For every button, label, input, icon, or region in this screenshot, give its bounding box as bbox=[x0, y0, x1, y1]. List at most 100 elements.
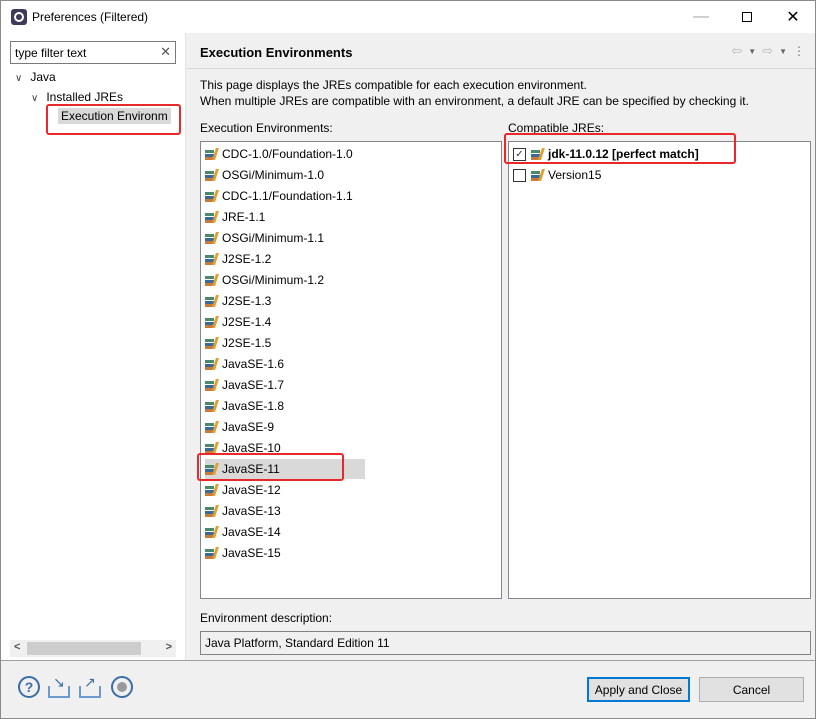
jre-library-icon bbox=[205, 505, 219, 517]
clear-filter-icon[interactable]: ✕ bbox=[160, 44, 171, 60]
environment-row[interactable]: JavaSE-12 bbox=[205, 480, 281, 500]
page-description: This page displays the JREs compatible f… bbox=[200, 77, 749, 109]
environment-row[interactable]: JavaSE-1.7 bbox=[205, 375, 284, 395]
jre-library-icon bbox=[205, 379, 219, 391]
env-description-field: Java Platform, Standard Edition 11 bbox=[200, 631, 811, 655]
environment-label: JavaSE-13 bbox=[222, 504, 281, 518]
back-icon[interactable]: ⇦ bbox=[731, 43, 742, 59]
jre-library-icon bbox=[205, 337, 219, 349]
page-title: Execution Environments bbox=[200, 45, 353, 60]
window-title: Preferences (Filtered) bbox=[32, 10, 149, 24]
maximize-button[interactable] bbox=[724, 1, 770, 33]
close-button[interactable]: ✕ bbox=[770, 1, 816, 33]
highlight-annotation bbox=[46, 104, 181, 135]
environment-row[interactable]: J2SE-1.2 bbox=[205, 249, 271, 269]
export-icon[interactable]: ↗ bbox=[79, 674, 101, 698]
environment-label: JavaSE-1.6 bbox=[222, 357, 285, 371]
environment-label: OSGi/Minimum-1.0 bbox=[222, 168, 325, 182]
tree-item-installed-jres[interactable]: ∨ Installed JREs bbox=[31, 90, 123, 104]
environment-row[interactable]: OSGi/Minimum-1.0 bbox=[205, 165, 324, 185]
filter-input[interactable]: type filter text ✕ bbox=[10, 41, 176, 64]
environment-row[interactable]: JavaSE-9 bbox=[205, 417, 274, 437]
jre-library-icon bbox=[205, 253, 219, 265]
minimize-button[interactable]: — bbox=[678, 1, 724, 33]
environment-label: J2SE-1.2 bbox=[222, 252, 272, 266]
environment-label: CDC-1.1/Foundation-1.1 bbox=[222, 189, 353, 203]
preferences-sidebar: type filter text ✕ ∨ Java ∨ Installed JR… bbox=[1, 33, 186, 660]
environment-label: JRE-1.1 bbox=[222, 210, 266, 224]
description-line: This page displays the JREs compatible f… bbox=[200, 78, 587, 92]
preferences-window: Preferences (Filtered) — ✕ type filter t… bbox=[0, 0, 816, 719]
environment-label: J2SE-1.3 bbox=[222, 294, 272, 308]
scroll-right-icon[interactable]: > bbox=[166, 641, 172, 653]
title-bar: Preferences (Filtered) — ✕ bbox=[1, 1, 815, 33]
description-line: When multiple JREs are compatible with a… bbox=[200, 94, 749, 108]
jre-label: Version15 bbox=[548, 168, 602, 182]
page-header: Execution Environments ⇦ ▼ ⇨ ▼ ⋮ bbox=[187, 33, 815, 69]
tree-item-label: Installed JREs bbox=[46, 90, 124, 104]
jre-library-icon bbox=[205, 148, 219, 160]
environment-row[interactable]: JavaSE-1.6 bbox=[205, 354, 284, 374]
back-dropdown-icon[interactable]: ▼ bbox=[748, 47, 756, 56]
preference-page: Execution Environments ⇦ ▼ ⇨ ▼ ⋮ This pa… bbox=[187, 33, 815, 660]
apply-and-close-button[interactable]: Apply and Close bbox=[587, 677, 690, 702]
environment-row[interactable]: JavaSE-13 bbox=[205, 501, 281, 521]
environment-row[interactable]: OSGi/Minimum-1.1 bbox=[205, 228, 324, 248]
environment-row[interactable]: J2SE-1.5 bbox=[205, 333, 271, 353]
compatible-jres-list[interactable]: ✓ jdk-11.0.12 [perfect match] Version15 bbox=[508, 141, 811, 599]
environment-row[interactable]: JavaSE-1.8 bbox=[205, 396, 284, 416]
jre-library-icon bbox=[205, 484, 219, 496]
environment-row[interactable]: JRE-1.1 bbox=[205, 207, 265, 227]
environment-row[interactable]: OSGi/Minimum-1.2 bbox=[205, 270, 324, 290]
environment-label: JavaSE-14 bbox=[222, 525, 281, 539]
environment-row[interactable]: CDC-1.0/Foundation-1.0 bbox=[205, 144, 353, 164]
tree-item-label: Java bbox=[30, 70, 56, 84]
import-icon[interactable]: ↘ bbox=[48, 674, 70, 698]
environment-label: CDC-1.0/Foundation-1.0 bbox=[222, 147, 353, 161]
checkbox-unchecked[interactable] bbox=[513, 168, 526, 182]
horizontal-scrollbar[interactable]: < > bbox=[10, 640, 176, 657]
jre-library-icon bbox=[531, 169, 545, 181]
filter-text: type filter text bbox=[15, 46, 87, 60]
jre-row[interactable]: Version15 bbox=[513, 165, 601, 185]
environments-list[interactable]: CDC-1.0/Foundation-1.0 OSGi/Minimum-1.0 CD… bbox=[200, 141, 502, 599]
jre-library-icon bbox=[205, 232, 219, 244]
tree-item-java[interactable]: ∨ Java bbox=[15, 70, 56, 84]
scroll-thumb[interactable] bbox=[27, 642, 141, 655]
environments-label: Execution Environments: bbox=[200, 121, 333, 135]
footer-divider bbox=[1, 660, 815, 661]
environment-row[interactable]: J2SE-1.3 bbox=[205, 291, 271, 311]
env-description-label: Environment description: bbox=[200, 611, 333, 625]
environment-label: J2SE-1.4 bbox=[222, 315, 272, 329]
environment-row[interactable]: JavaSE-14 bbox=[205, 522, 281, 542]
highlight-annotation bbox=[504, 133, 736, 164]
jre-library-icon bbox=[205, 295, 219, 307]
environment-label: JavaSE-1.7 bbox=[222, 378, 285, 392]
environment-row[interactable]: JavaSE-15 bbox=[205, 543, 281, 563]
page-navigation: ⇦ ▼ ⇨ ▼ ⋮ bbox=[731, 43, 805, 59]
help-icon[interactable]: ? bbox=[18, 676, 40, 698]
highlight-annotation bbox=[197, 453, 344, 481]
environment-label: JavaSE-9 bbox=[222, 420, 275, 434]
jre-library-icon bbox=[205, 274, 219, 286]
cancel-button[interactable]: Cancel bbox=[699, 677, 804, 702]
jre-library-icon bbox=[205, 211, 219, 223]
record-icon[interactable] bbox=[111, 676, 133, 698]
chevron-down-icon[interactable]: ∨ bbox=[15, 73, 27, 84]
environment-label: JavaSE-12 bbox=[222, 483, 281, 497]
view-menu-icon[interactable]: ⋮ bbox=[793, 44, 805, 58]
environment-row[interactable]: J2SE-1.4 bbox=[205, 312, 271, 332]
environment-label: J2SE-1.5 bbox=[222, 336, 272, 350]
jre-library-icon bbox=[205, 358, 219, 370]
jre-library-icon bbox=[205, 169, 219, 181]
forward-icon[interactable]: ⇨ bbox=[762, 43, 773, 59]
forward-dropdown-icon[interactable]: ▼ bbox=[779, 47, 787, 56]
jre-library-icon bbox=[205, 526, 219, 538]
scroll-left-icon[interactable]: < bbox=[14, 641, 20, 653]
chevron-down-icon[interactable]: ∨ bbox=[31, 93, 43, 104]
eclipse-icon bbox=[11, 9, 27, 25]
jre-library-icon bbox=[205, 316, 219, 328]
environment-label: JavaSE-1.8 bbox=[222, 399, 285, 413]
environment-row[interactable]: CDC-1.1/Foundation-1.1 bbox=[205, 186, 353, 206]
environment-label: JavaSE-15 bbox=[222, 546, 281, 560]
